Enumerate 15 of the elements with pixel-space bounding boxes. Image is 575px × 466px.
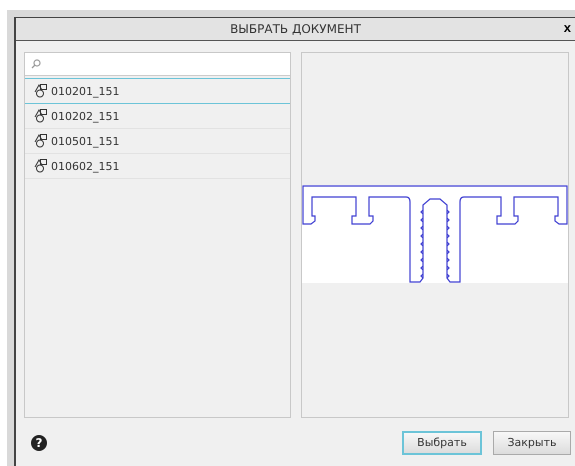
shapes-icon [34, 134, 48, 148]
shapes-icon [34, 159, 48, 173]
document-item[interactable]: 010201_151 [25, 78, 290, 104]
shapes-icon [34, 109, 48, 123]
document-item[interactable]: 010202_151 [25, 104, 290, 129]
help-icon[interactable]: ? [31, 434, 47, 450]
search-icon [31, 59, 41, 69]
window-title: ВЫБРАТЬ ДОКУМЕНТ [230, 22, 361, 36]
search-field[interactable] [25, 53, 290, 76]
shapes-icon [34, 84, 48, 98]
close-dialog-button[interactable]: Закрыть [493, 430, 571, 454]
close-button[interactable]: x [562, 20, 573, 35]
select-button[interactable]: Выбрать [402, 430, 482, 454]
document-item[interactable]: 010602_151 [25, 154, 290, 179]
document-item[interactable]: 010501_151 [25, 129, 290, 154]
